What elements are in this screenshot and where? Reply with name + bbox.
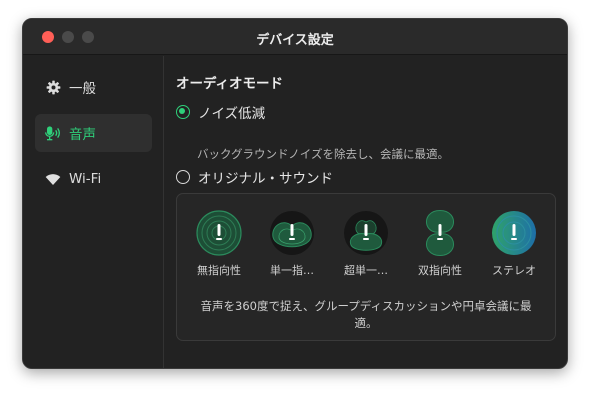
pattern-cardioid[interactable]: 単一指… xyxy=(260,210,324,278)
audio-mode-title: オーディオモード xyxy=(176,76,284,92)
stereo-pattern-icon xyxy=(492,211,536,255)
sidebar-item-general[interactable]: 一般 xyxy=(35,68,152,106)
device-settings-window: デバイス設定 一般 音声 Wi-Fi オーディオモード ノイズ低減 バックグラウ… xyxy=(22,18,568,369)
sidebar-item-wifi[interactable]: Wi-Fi xyxy=(35,160,152,198)
sidebar-item-label: 一般 xyxy=(69,81,96,97)
pattern-description: 音声を360度で捉え、グループディスカッションや円卓会議に最適。 xyxy=(200,299,532,330)
sidebar-item-label: Wi-Fi xyxy=(69,171,102,187)
mic-icon xyxy=(45,125,61,141)
title-bar: デバイス設定 xyxy=(23,19,567,55)
sidebar-item-label: 音声 xyxy=(69,127,96,143)
audio-settings-panel: オーディオモード ノイズ低減 バックグラウンドノイズを除去し、会議に最適。 オリ… xyxy=(175,56,567,368)
sidebar-item-audio[interactable]: 音声 xyxy=(35,114,152,152)
pattern-label: 無指向性 xyxy=(197,264,241,277)
pattern-supercardioid[interactable]: 超単一… xyxy=(334,210,398,278)
cardioid-pattern-icon xyxy=(270,211,314,255)
original-sound-label: オリジナル・サウンド xyxy=(198,171,333,187)
sidebar: 一般 音声 Wi-Fi xyxy=(23,56,164,368)
omnidirectional-pattern-icon xyxy=(196,210,242,256)
noise-reduction-label: ノイズ低減 xyxy=(198,106,266,122)
pattern-label: ステレオ xyxy=(492,264,536,277)
radio-unchecked-icon[interactable] xyxy=(176,170,190,184)
pattern-omnidirectional[interactable]: 無指向性 xyxy=(187,210,251,278)
pickup-pattern-panel: 無指向性 単一指… 超単一… 双指向性 ステレオ 音声を360度で捉え、グループ… xyxy=(176,193,556,341)
pattern-label: 超単一… xyxy=(344,264,388,277)
original-sound-option[interactable]: オリジナル・サウンド xyxy=(176,167,333,187)
noise-reduction-option[interactable]: ノイズ低減 xyxy=(176,102,265,122)
radio-checked-icon[interactable] xyxy=(176,105,190,119)
pattern-stereo[interactable]: ステレオ xyxy=(482,210,546,278)
gear-icon xyxy=(45,79,61,95)
pattern-bidirectional[interactable]: 双指向性 xyxy=(408,210,472,278)
noise-reduction-description: バックグラウンドノイズを除去し、会議に最適。 xyxy=(197,147,449,161)
supercardioid-pattern-icon xyxy=(344,211,388,255)
wifi-icon xyxy=(45,171,61,187)
window-title: デバイス設定 xyxy=(256,33,334,48)
pattern-label: 単一指… xyxy=(270,264,314,277)
bidirectional-pattern-icon xyxy=(426,210,454,256)
pattern-label: 双指向性 xyxy=(418,264,462,277)
